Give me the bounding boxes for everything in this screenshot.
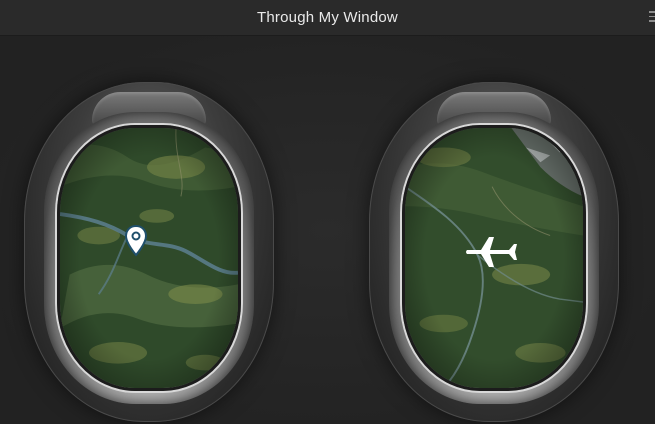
right-window[interactable]	[369, 82, 619, 422]
app-window: Through My Window	[0, 0, 655, 424]
window-bezel	[44, 112, 254, 404]
aerial-landscape	[60, 128, 238, 388]
window-bezel	[389, 112, 599, 404]
location-pin-icon[interactable]	[124, 224, 148, 257]
menu-icon[interactable]	[649, 11, 655, 23]
app-title: Through My Window	[257, 9, 398, 26]
window-view[interactable]	[402, 125, 586, 391]
airplane-icon[interactable]	[465, 235, 519, 269]
main-content	[0, 36, 655, 424]
title-bar: Through My Window	[0, 0, 655, 36]
left-window[interactable]	[24, 82, 274, 422]
window-view[interactable]	[57, 125, 241, 391]
